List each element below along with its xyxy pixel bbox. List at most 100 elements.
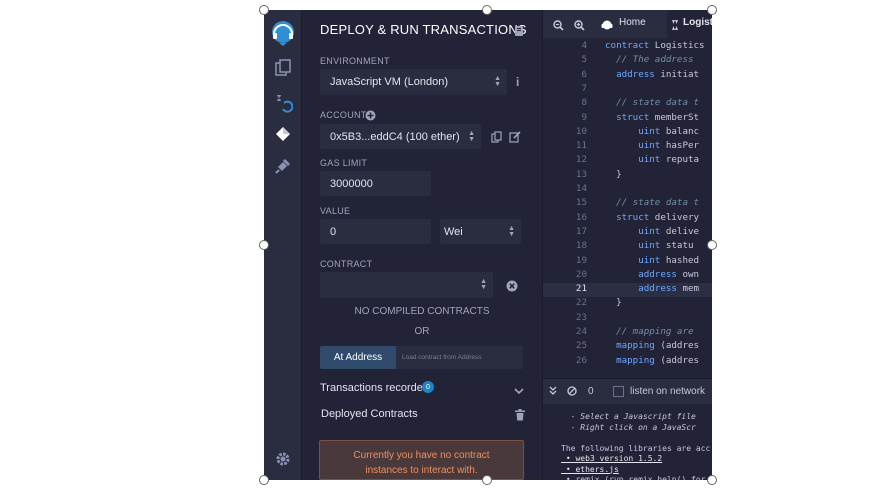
- resize-handle-left[interactable]: [259, 240, 269, 250]
- select-arrows-icon: ▲ ▼: [468, 129, 475, 143]
- code-line[interactable]: 9 struct memberSt: [543, 112, 712, 126]
- solidity-compiler-icon[interactable]: [264, 90, 302, 116]
- line-number: 6: [581, 68, 587, 80]
- chevron-down-icon[interactable]: [514, 382, 524, 400]
- gas-limit-input[interactable]: 3000000: [320, 171, 431, 196]
- resize-handle-top-right[interactable]: [707, 5, 717, 15]
- resize-handle-right[interactable]: [707, 240, 717, 250]
- line-number: 22: [575, 297, 587, 309]
- code-line[interactable]: 5 // The address: [543, 54, 712, 68]
- value-input[interactable]: 0: [320, 219, 431, 244]
- remix-ide-window: DEPLOY & RUN TRANSACTIONS ENVIRONMENT Ja…: [264, 10, 712, 480]
- code-line[interactable]: 25 mapping (addres: [543, 340, 712, 354]
- code-line[interactable]: 19 uint hashed: [543, 255, 712, 269]
- code-token: memberSt: [649, 111, 700, 123]
- code-text: struct delivery: [605, 212, 699, 223]
- trash-icon[interactable]: [515, 408, 525, 426]
- code-line[interactable]: 10 uint balanc: [543, 126, 712, 140]
- contract-select[interactable]: ▲ ▼: [320, 272, 493, 298]
- code-token: mapping: [605, 340, 655, 352]
- or-text: OR: [414, 326, 430, 337]
- account-select[interactable]: 0x5B3...eddC4 (100 ether) ▲ ▼: [320, 124, 481, 149]
- line-number: 17: [575, 225, 587, 237]
- code-line[interactable]: 8 // state data t: [543, 97, 712, 111]
- code-text: address own: [605, 269, 699, 280]
- file-explorer-icon[interactable]: [264, 55, 302, 81]
- transactions-recorded-label[interactable]: Transactions recorded: [320, 382, 429, 394]
- code-line[interactable]: 11 uint hasPer: [543, 140, 712, 154]
- listen-on-network-checkbox[interactable]: [613, 386, 624, 397]
- account-value: 0x5B3...eddC4 (100 ether): [330, 130, 460, 143]
- at-address-button[interactable]: At Address: [320, 346, 396, 369]
- code-line[interactable]: 26 mapping (addres: [543, 355, 712, 369]
- settings-icon[interactable]: [264, 446, 302, 472]
- zoom-out-icon[interactable]: [553, 18, 564, 36]
- panel-title: DEPLOY & RUN TRANSACTIONS: [320, 22, 527, 37]
- resize-handle-bottom[interactable]: [482, 475, 492, 485]
- code-line[interactable]: 6 address initiat: [543, 69, 712, 83]
- code-line[interactable]: 16 struct delivery: [543, 212, 712, 226]
- plugin-manager-icon[interactable]: [264, 153, 302, 179]
- code-line[interactable]: 17 uint delive: [543, 226, 712, 240]
- line-number: 16: [575, 211, 587, 223]
- gas-limit-value: 3000000: [330, 177, 373, 190]
- copy-icon[interactable]: [491, 130, 502, 148]
- code-line[interactable]: 20 address own: [543, 269, 712, 283]
- code-line[interactable]: 14: [543, 183, 712, 197]
- code-text: // state data t: [605, 197, 699, 208]
- info-icon[interactable]: i: [516, 75, 519, 89]
- line-number: 14: [575, 183, 587, 194]
- collapse-terminal-icon[interactable]: [549, 386, 557, 399]
- value-label: VALUE: [320, 206, 351, 216]
- resize-handle-top[interactable]: [482, 5, 492, 15]
- code-line[interactable]: 4 contract Logistics: [543, 40, 712, 54]
- zoom-in-icon[interactable]: [574, 18, 585, 36]
- terminal-line[interactable]: • web3 version 1.5.2: [561, 454, 662, 463]
- resize-handle-top-left[interactable]: [259, 5, 269, 15]
- code-line[interactable]: 24 // mapping are: [543, 326, 712, 340]
- code-token: hasPer: [660, 140, 700, 152]
- value-unit-select[interactable]: Wei ▲ ▼: [440, 219, 521, 244]
- edit-icon[interactable]: [509, 130, 521, 148]
- terminal-line: - Select a Javascript file: [561, 412, 696, 421]
- code-line[interactable]: 12 uint reputa: [543, 154, 712, 168]
- code-line[interactable]: 18 uint statu: [543, 240, 712, 254]
- deploy-run-icon[interactable]: [264, 121, 302, 147]
- line-number: 9: [581, 111, 587, 123]
- clear-console-icon[interactable]: [567, 386, 577, 399]
- deploy-run-panel: DEPLOY & RUN TRANSACTIONS ENVIRONMENT Ja…: [302, 10, 542, 480]
- code-line[interactable]: 13 }: [543, 169, 712, 183]
- resize-handle-bottom-right[interactable]: [707, 475, 717, 485]
- code-text: // state data t: [605, 97, 699, 108]
- load-contract-address-input[interactable]: Load contract from Address: [396, 346, 523, 369]
- code-token: mapping: [605, 354, 655, 366]
- code-line[interactable]: 22 }: [543, 297, 712, 311]
- documentation-icon[interactable]: [514, 24, 524, 42]
- code-line[interactable]: 21 address mem: [543, 283, 712, 298]
- solidity-file-icon: [671, 18, 679, 36]
- code-text: uint hasPer: [605, 140, 699, 151]
- line-number: 23: [575, 311, 587, 323]
- line-number: 15: [575, 197, 587, 209]
- tab-logistics-file[interactable]: Logisti: [667, 10, 712, 38]
- clear-contract-icon[interactable]: [506, 279, 518, 297]
- terminal-output[interactable]: - Select a Javascript file - Right click…: [543, 404, 712, 480]
- code-line[interactable]: 23: [543, 312, 712, 326]
- code-line[interactable]: 7: [543, 83, 712, 97]
- terminal-line[interactable]: • ethers.js: [561, 465, 619, 474]
- code-token: address: [605, 68, 655, 80]
- line-number: 4: [581, 40, 587, 51]
- code-line[interactable]: 15 // state data t: [543, 197, 712, 211]
- resize-handle-bottom-left[interactable]: [259, 475, 269, 485]
- environment-value: JavaScript VM (London): [330, 76, 448, 88]
- code-text: mapping (addres: [605, 355, 699, 366]
- code-text: contract Logistics: [605, 40, 705, 51]
- code-text: address initiat: [605, 69, 699, 80]
- code-editor[interactable]: 4 contract Logistics 5 // The address 6 add…: [543, 38, 712, 378]
- tab-home[interactable]: Home: [595, 10, 665, 38]
- code-token: address: [605, 283, 677, 295]
- environment-select[interactable]: JavaScript VM (London) ▲ ▼: [320, 69, 507, 95]
- code-text: mapping (addres: [605, 340, 699, 351]
- remix-logo-icon[interactable]: [264, 18, 302, 48]
- icon-panel: [264, 10, 302, 480]
